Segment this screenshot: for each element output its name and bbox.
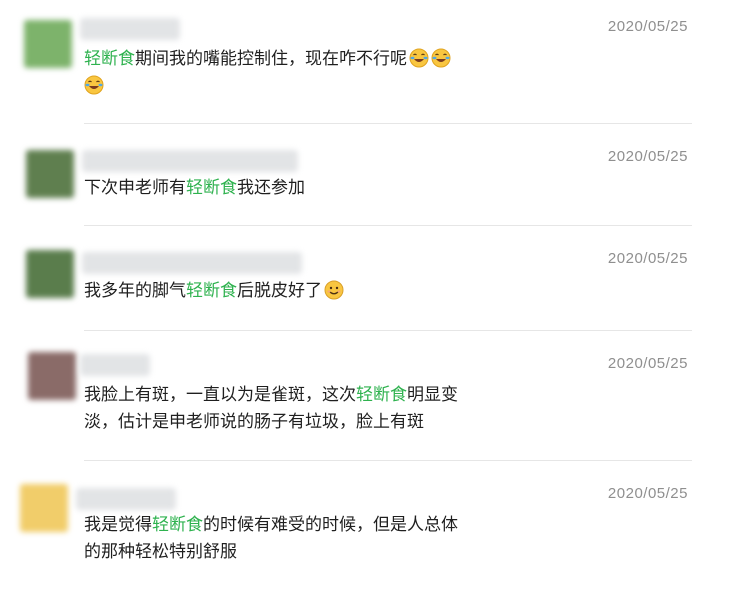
avatar[interactable] [28, 352, 76, 400]
comment-text-after: 明显变 [407, 385, 458, 405]
keyword-highlight[interactable]: 轻断食 [152, 515, 203, 535]
comment-text: 轻断食期间我的嘴能控制住，现在咋不行呢 [84, 46, 514, 100]
smiling-face-emoji [324, 280, 344, 300]
keyword-highlight[interactable]: 轻断食 [186, 178, 237, 198]
comment-date: 2020/05/25 [607, 485, 688, 502]
keyword-highlight[interactable]: 轻断食 [84, 49, 135, 69]
crying-laughing-emoji [431, 48, 451, 68]
comment-text-line2: 淡，估计是申老师说的肠子有垃圾，脸上有斑 [84, 412, 424, 432]
username-blurred [80, 354, 150, 376]
comment-date: 2020/05/25 [607, 18, 688, 35]
comment-date: 2020/05/25 [607, 148, 688, 165]
comment-text: 我多年的脚气轻断食后脱皮好了 [84, 278, 514, 305]
avatar[interactable] [26, 250, 74, 298]
comment-text-after: 后脱皮好了 [237, 281, 322, 301]
comment-text-line2: 的那种轻松特别舒服 [84, 542, 237, 562]
comment-text: 我是觉得轻断食的时候有难受的时候，但是人总体 的那种轻松特别舒服 [84, 512, 524, 566]
crying-laughing-emoji [409, 48, 429, 68]
comment-text-after: 的时候有难受的时候，但是人总体 [203, 515, 458, 535]
comment-text-after: 期间我的嘴能控制住，现在咋不行呢 [135, 49, 407, 69]
username-blurred [82, 150, 298, 172]
comment-date: 2020/05/25 [607, 355, 688, 372]
comment-text: 下次申老师有轻断食我还参加 [84, 175, 514, 202]
avatar[interactable] [26, 150, 74, 198]
keyword-highlight[interactable]: 轻断食 [186, 281, 237, 301]
comment-text-before: 我多年的脚气 [84, 281, 186, 301]
avatar[interactable] [20, 484, 68, 532]
username-blurred [82, 252, 302, 274]
divider [84, 225, 692, 226]
keyword-highlight[interactable]: 轻断食 [356, 385, 407, 405]
comment-text-after: 我还参加 [237, 178, 305, 198]
comment-date: 2020/05/25 [607, 250, 688, 267]
avatar[interactable] [24, 20, 72, 68]
comment-text-before: 下次申老师有 [84, 178, 186, 198]
divider [84, 460, 692, 461]
divider [84, 123, 692, 124]
username-blurred [76, 488, 176, 510]
comment-text: 我脸上有斑，一直以为是雀斑，这次轻断食明显变 淡，估计是申老师说的肠子有垃圾，脸… [84, 382, 524, 436]
divider [84, 330, 692, 331]
comment-text-before: 我是觉得 [84, 515, 152, 535]
username-blurred [80, 18, 180, 40]
comment-text-before: 我脸上有斑，一直以为是雀斑，这次 [84, 385, 356, 405]
crying-laughing-emoji [84, 75, 104, 95]
